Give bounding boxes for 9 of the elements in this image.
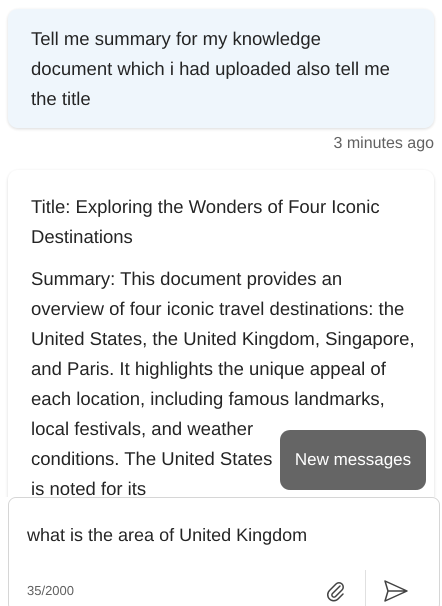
character-counter: 35/2000 [27,582,74,600]
message-composer[interactable]: what is the area of United Kingdom 35/2000 [8,497,440,606]
send-icon[interactable] [383,579,409,603]
new-messages-button[interactable]: New messages [280,430,426,490]
message-input[interactable]: what is the area of United Kingdom [27,522,421,548]
timestamp: 3 minutes ago [333,134,434,154]
message-paragraph: Title: Exploring the Wonders of Four Iconic Destinations [31,195,381,249]
message-paragraph: local festivals, and weather conditions. The United States is noted for its [31,417,274,497]
user-message: Tell me summary for my knowledge document which i had uploaded also tell me the title [8,9,434,128]
